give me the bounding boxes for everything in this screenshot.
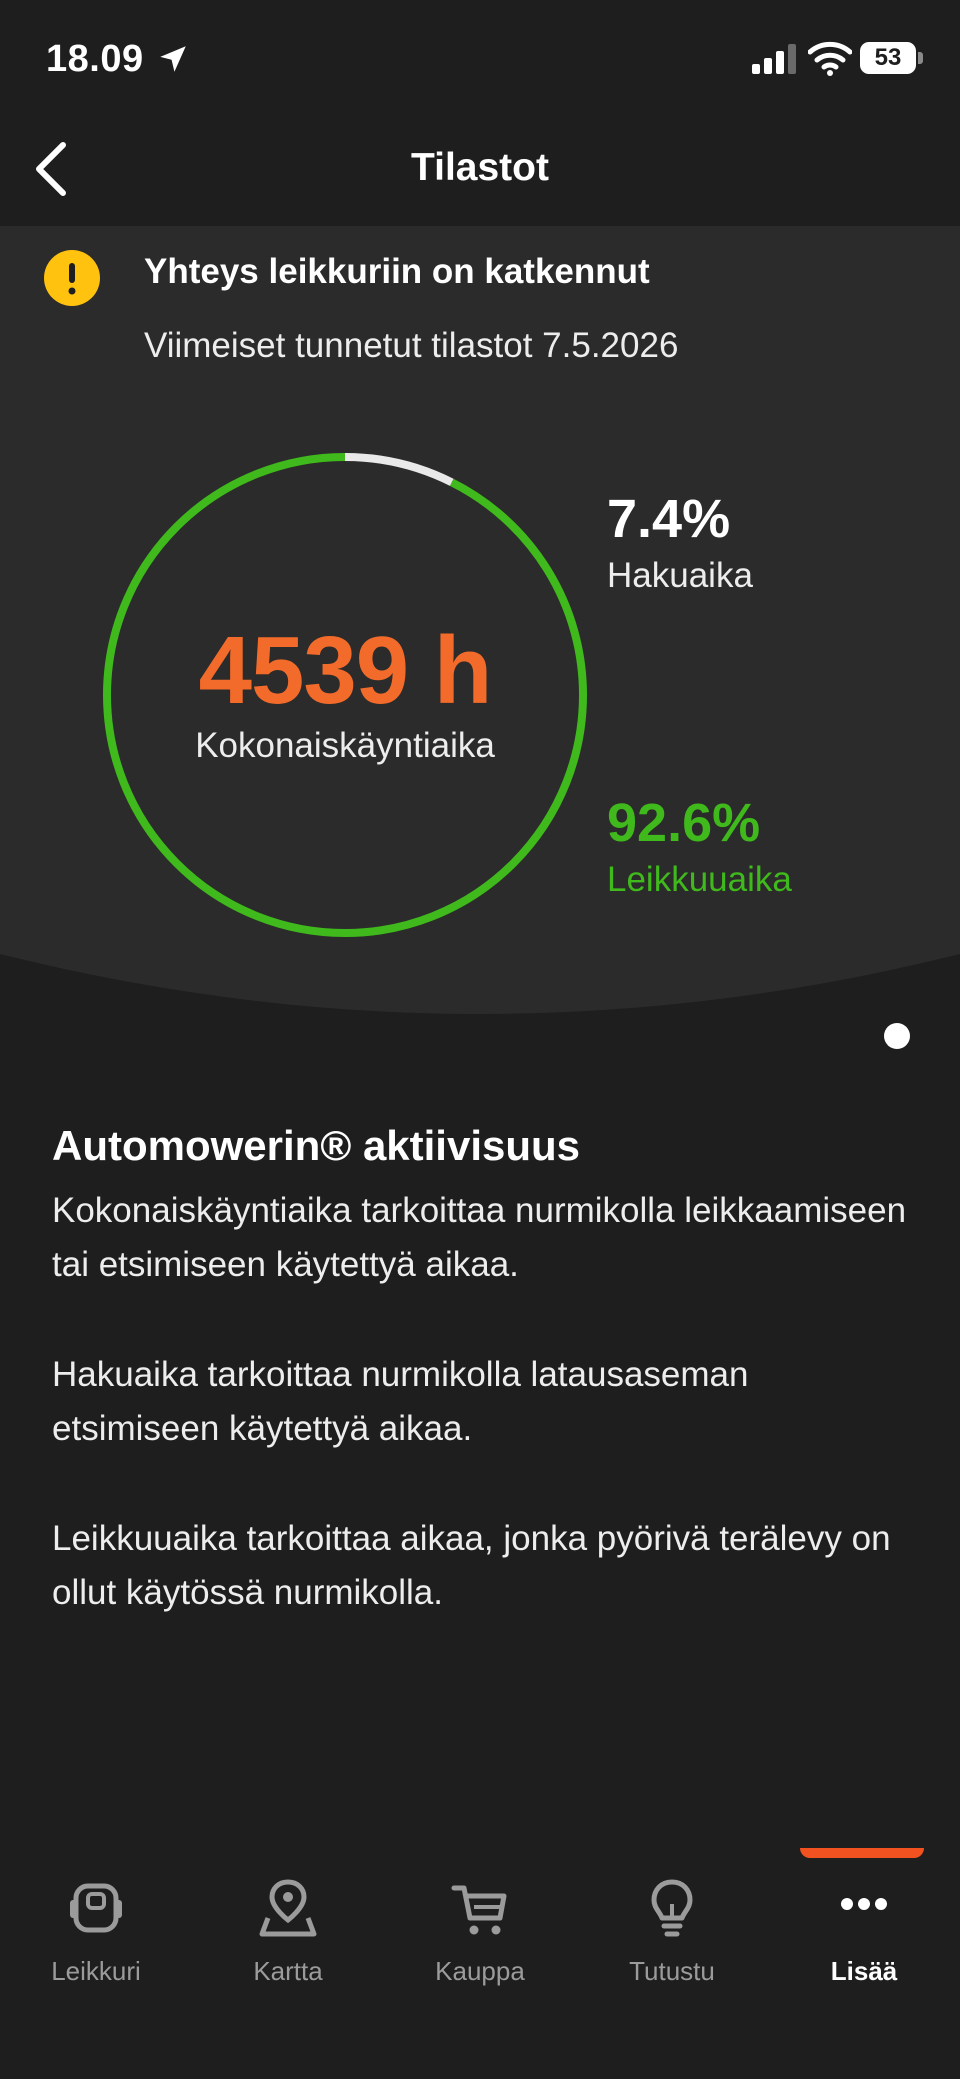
carousel-page-dot[interactable] [884, 1023, 910, 1049]
lightbulb-icon [651, 1879, 693, 1937]
map-pin-icon [259, 1879, 317, 1937]
tab-label: Lisää [830, 1956, 898, 1986]
panel-curve [0, 954, 960, 1056]
cutting-time-label: Leikkuuaika [607, 860, 792, 899]
search-time-label: Hakuaika [607, 556, 753, 595]
signal-icon [752, 44, 796, 74]
tab-lisaa[interactable]: Lisää [768, 1878, 960, 2008]
location-arrow-icon [160, 46, 186, 72]
search-time-percent: 7.4% [607, 489, 731, 549]
total-runtime-label: Kokonaiskäyntiaika [195, 726, 495, 765]
alert-subtitle: Viimeiset tunnetut tilastot 7.5.2026 [144, 326, 679, 365]
tab-label: Leikkuri [51, 1956, 141, 1986]
tab-leikkuri[interactable]: Leikkuri [0, 1878, 192, 2008]
nav-header: Tilastot [0, 120, 960, 226]
battery-icon: 53 [860, 42, 924, 74]
tab-bar: Leikkuri Kartta Kauppa Tutustu Lisää [0, 1848, 960, 2079]
status-time: 18.09 [46, 38, 144, 80]
warning-icon [44, 250, 100, 306]
mower-icon [70, 1883, 122, 1933]
info-section: Automowerin® aktiivisuus Kokonaiskäyntia… [52, 1118, 922, 1620]
wifi-icon [808, 41, 852, 76]
active-tab-indicator [800, 1848, 924, 1858]
battery-level: 53 [874, 44, 902, 71]
total-runtime-value: 4539 h [198, 617, 493, 724]
stats-panel[interactable]: Yhteys leikkuriin on katkennut Viimeiset… [0, 226, 960, 1056]
ring-center: 4539 h Kokonaiskäyntiaika [100, 618, 590, 766]
tab-tutustu[interactable]: Tutustu [576, 1878, 768, 2008]
tab-kauppa[interactable]: Kauppa [384, 1878, 576, 2008]
tab-label: Kartta [253, 1956, 323, 1986]
tab-label: Tutustu [629, 1956, 715, 1986]
statistics-screen: 18.09 53 Tilastot Yhteys leikkuriin on k… [0, 0, 960, 2079]
info-paragraph: Kokonaiskäyntiaika tarkoittaa nurmikolla… [52, 1191, 907, 1284]
page-title: Tilastot [411, 146, 549, 189]
alert-title: Yhteys leikkuriin on katkennut [144, 252, 650, 291]
info-title: Automowerin® aktiivisuus [52, 1122, 581, 1169]
tab-label: Kauppa [435, 1956, 525, 1986]
status-bar: 18.09 53 [0, 0, 960, 120]
cutting-time-percent: 92.6% [607, 793, 761, 853]
info-paragraph: Leikkuuaika tarkoittaa aikaa, jonka pyör… [52, 1519, 891, 1612]
tab-kartta[interactable]: Kartta [192, 1878, 384, 2008]
info-paragraph: Hakuaika tarkoittaa nurmikolla latausase… [52, 1355, 749, 1448]
more-icon [841, 1898, 887, 1910]
cart-icon [451, 1885, 507, 1935]
